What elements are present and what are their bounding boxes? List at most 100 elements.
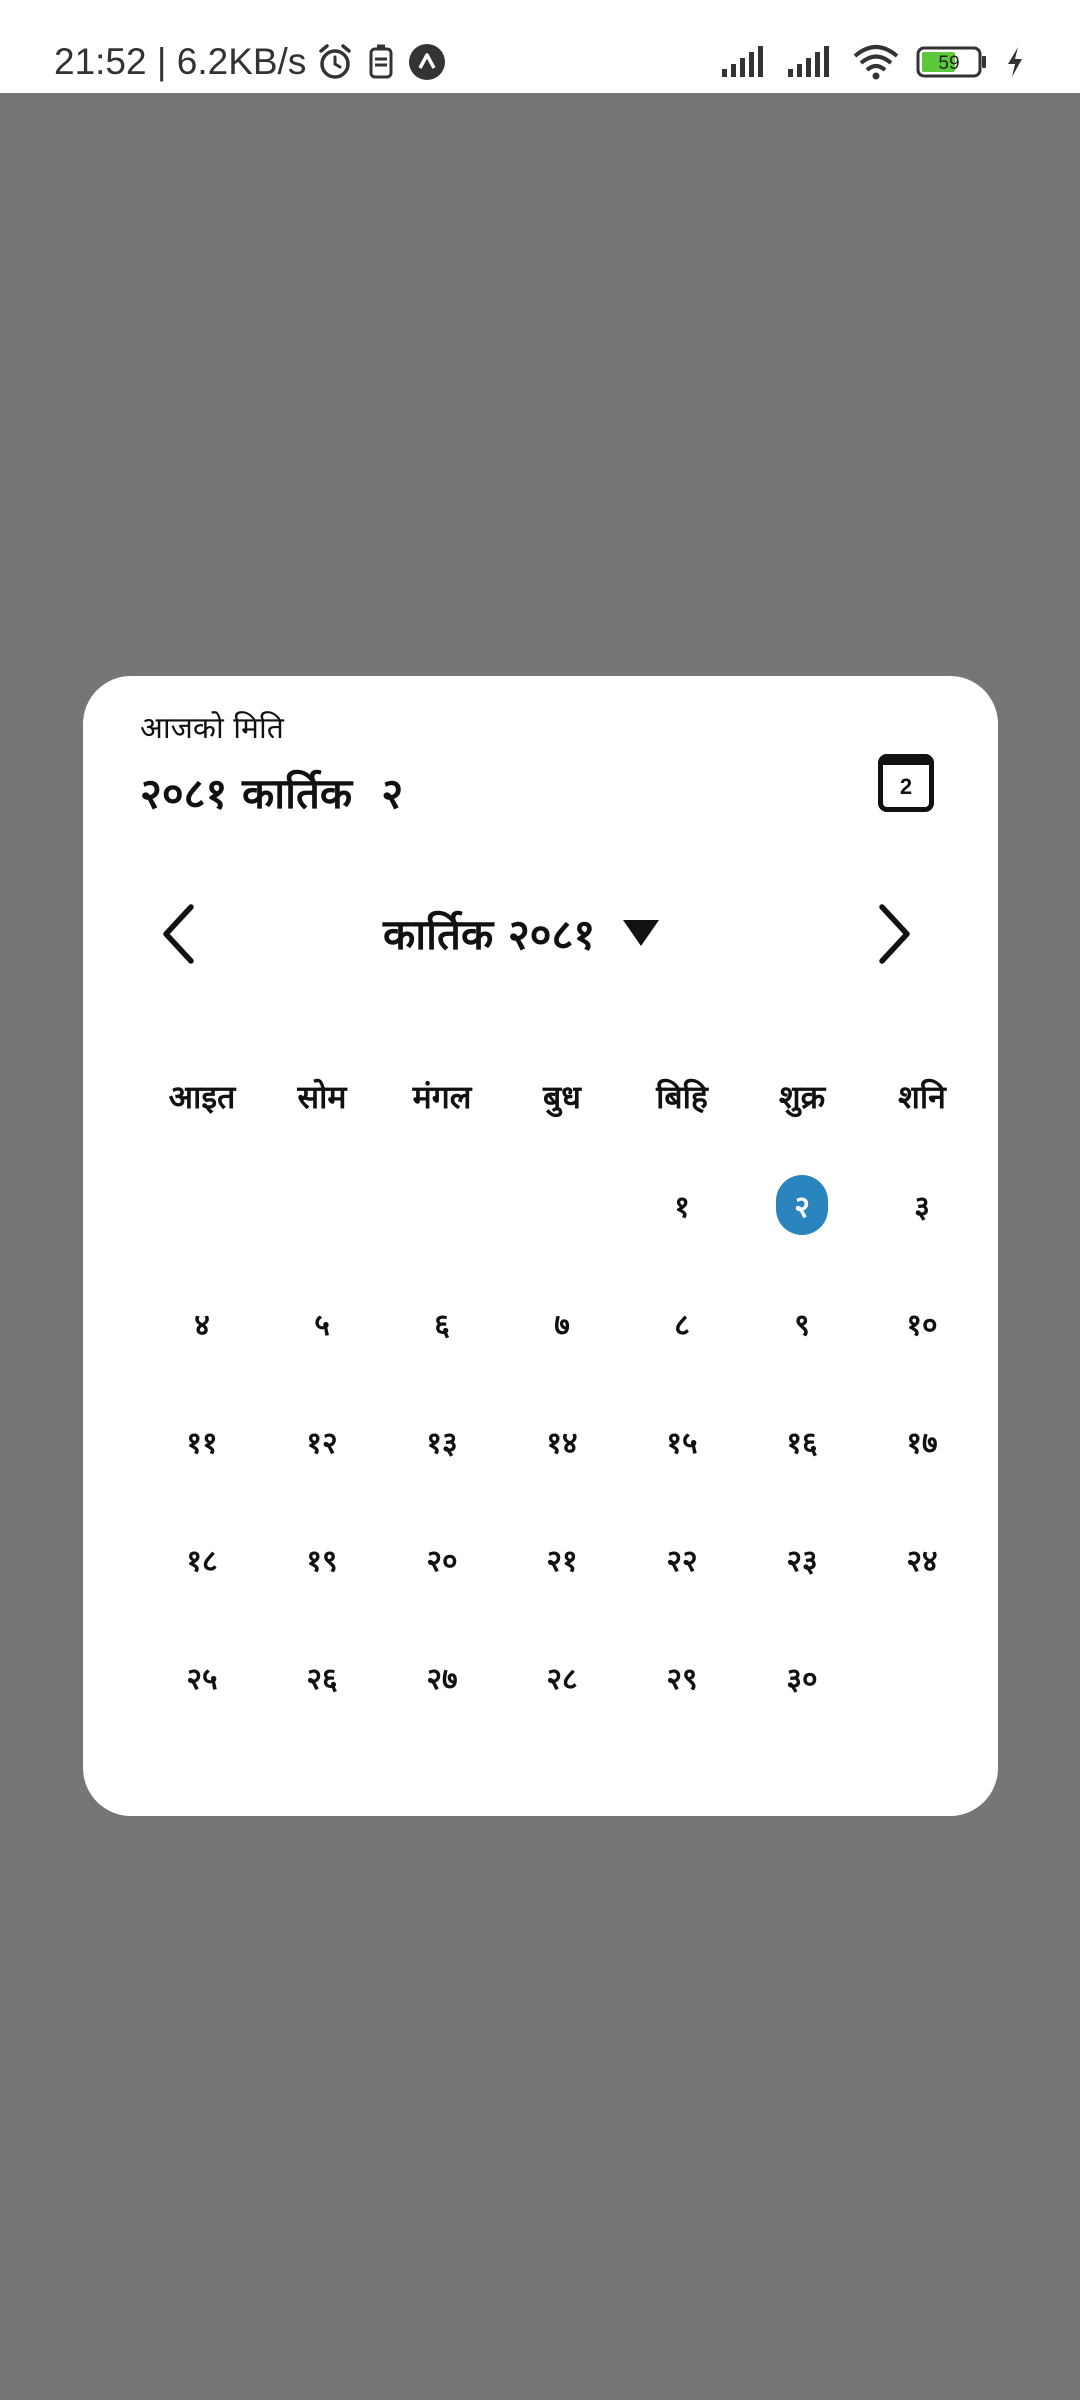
weekday-header: आइत सोम मंगल बुध बिहि शुक्र शनि [142, 1046, 982, 1146]
day-cell[interactable]: २७ [382, 1618, 502, 1736]
day-number: १३ [426, 1425, 458, 1461]
empty-day-cell [382, 1146, 502, 1264]
day-cell[interactable]: १४ [502, 1382, 622, 1500]
day-number: ९ [794, 1307, 810, 1343]
day-cell[interactable]: ५ [262, 1264, 382, 1382]
status-time-speed: 21:52 | 6.2KB/s [54, 41, 307, 82]
day-number: १० [906, 1307, 938, 1343]
weekday-label: शुक्र [778, 1077, 826, 1116]
wifi-icon [852, 44, 900, 80]
day-cell[interactable]: १३ [382, 1382, 502, 1500]
calendar-grid: आइत सोम मंगल बुध बिहि शुक्र शनि १२३४५६७८… [142, 1046, 982, 1736]
next-month-button[interactable] [865, 894, 925, 974]
day-number: २१ [546, 1543, 578, 1579]
weekday-label: आइत [168, 1077, 236, 1116]
day-number: ४ [194, 1307, 210, 1343]
day-cell[interactable]: ४ [142, 1264, 262, 1382]
day-number: २८ [546, 1661, 578, 1697]
day-cell[interactable]: २९ [622, 1618, 742, 1736]
status-bar: 21:52 | 6.2KB/s 59 [0, 0, 1080, 93]
today-label: आजको मिति [140, 711, 284, 746]
day-number: ७ [554, 1307, 570, 1343]
day-cell[interactable]: २८ [502, 1618, 622, 1736]
status-left: 21:52 | 6.2KB/s [54, 30, 446, 94]
day-cell[interactable]: २४ [862, 1500, 982, 1618]
signal-icon [720, 45, 770, 79]
day-number: १८ [186, 1543, 218, 1579]
status-right: 59 [720, 30, 1026, 94]
day-cell[interactable]: २५ [142, 1618, 262, 1736]
day-cell[interactable]: १८ [142, 1500, 262, 1618]
day-number: २९ [666, 1661, 698, 1697]
day-cell[interactable]: ३ [862, 1146, 982, 1264]
empty-day-cell [142, 1146, 262, 1264]
day-cell[interactable]: १० [862, 1264, 982, 1382]
today-button-label: 2 [899, 774, 913, 799]
chevron-left-icon [163, 904, 194, 964]
day-cell[interactable]: ९ [742, 1264, 862, 1382]
weekday-label: बुध [543, 1077, 581, 1116]
day-number: ३० [786, 1661, 818, 1697]
empty-day-cell [262, 1146, 382, 1264]
day-number: २० [426, 1543, 458, 1579]
week-row: १८ १९ २० २१ २२ २३ २४ [142, 1500, 982, 1618]
day-cell[interactable]: ६ [382, 1264, 502, 1382]
weekday-label: बिहि [656, 1077, 708, 1116]
day-number: २७ [426, 1661, 458, 1697]
battery-icon: 59 [916, 45, 988, 79]
day-number: ३ [914, 1189, 930, 1225]
day-cell[interactable]: २२ [622, 1500, 742, 1618]
day-number: २ [776, 1175, 828, 1235]
week-row: ४ ५ ६ ७ ८ ९ १० [142, 1264, 982, 1382]
day-cell[interactable]: ७ [502, 1264, 622, 1382]
day-number: १६ [786, 1425, 818, 1461]
app-notification-icon [408, 43, 446, 81]
prev-month-button[interactable] [148, 894, 208, 974]
day-cell[interactable]: ८ [622, 1264, 742, 1382]
week-row: ११ १२ १३ १४ १५ १६ १७ [142, 1382, 982, 1500]
day-cell[interactable]: १ [622, 1146, 742, 1264]
calendar-weeks: १ २ ३ ४ ५ ६ ७ ८ ९ १० ११ १२ १३ १४ १५ १६ १७ १८ १९ २० २१ २२ २३ २४ २… [142, 1146, 982, 1736]
charging-icon [1004, 45, 1026, 79]
weekday-label: शनि [898, 1077, 946, 1116]
week-row: १ २ ३ [142, 1146, 982, 1264]
day-cell-selected[interactable]: २ [742, 1146, 862, 1264]
day-number: २२ [666, 1543, 698, 1579]
day-number: ८ [674, 1307, 690, 1343]
day-number: २४ [906, 1543, 938, 1579]
dropdown-triangle-icon [623, 920, 660, 946]
sim-icon [364, 43, 398, 81]
weekday-label: सोम [297, 1077, 347, 1116]
calendar-today-icon[interactable]: 2 [878, 754, 934, 812]
chevron-right-icon [879, 904, 910, 964]
day-cell[interactable]: २१ [502, 1500, 622, 1618]
day-number: १९ [306, 1543, 338, 1579]
day-number: ६ [434, 1307, 450, 1343]
day-number: ५ [314, 1307, 330, 1343]
empty-day-cell [502, 1146, 622, 1264]
day-cell[interactable]: १६ [742, 1382, 862, 1500]
day-cell[interactable]: २६ [262, 1618, 382, 1736]
month-title: कार्तिक २०८१ [383, 909, 596, 959]
day-cell[interactable]: १२ [262, 1382, 382, 1500]
empty-day-cell [862, 1618, 982, 1736]
week-row: २५ २६ २७ २८ २९ ३० [142, 1618, 982, 1736]
day-cell[interactable]: २३ [742, 1500, 862, 1618]
calendar-dialog: आजको मिति २०८१ कार्तिक २ 2 कार्तिक २०८१ … [83, 676, 998, 1816]
month-selector[interactable]: कार्तिक २०८१ [383, 898, 661, 968]
battery-level: 59 [938, 53, 959, 74]
day-cell[interactable]: १५ [622, 1382, 742, 1500]
day-cell[interactable]: ११ [142, 1382, 262, 1500]
signal-icon [786, 45, 836, 79]
day-number: २६ [306, 1661, 338, 1697]
day-cell[interactable]: १९ [262, 1500, 382, 1618]
day-number: १४ [546, 1425, 578, 1461]
day-cell[interactable]: ३० [742, 1618, 862, 1736]
day-cell[interactable]: १७ [862, 1382, 982, 1500]
day-cell[interactable]: २० [382, 1500, 502, 1618]
alarm-icon [316, 43, 354, 81]
day-number: १५ [666, 1425, 698, 1461]
day-number: १२ [306, 1425, 338, 1461]
day-number: २५ [186, 1661, 218, 1697]
day-number: ११ [186, 1425, 218, 1461]
